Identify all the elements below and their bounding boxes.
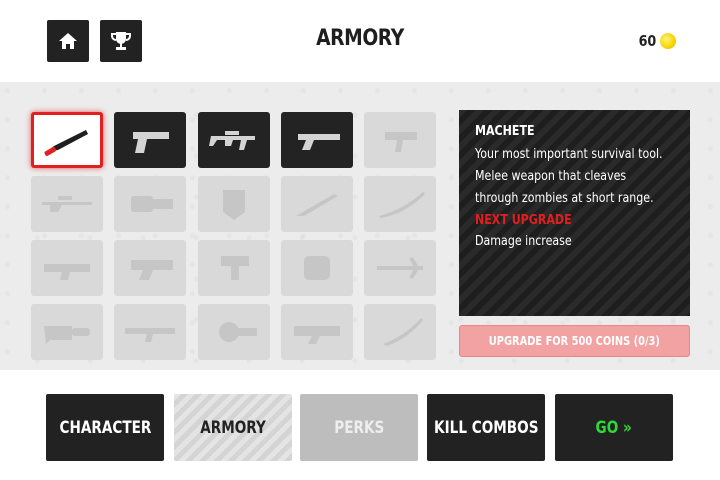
weapon-slot-assault-rifle[interactable] [198, 112, 270, 168]
crossbow-icon [377, 256, 423, 280]
laser-rifle-icon [294, 326, 340, 344]
weapon-slot-rocket-rifle[interactable] [31, 240, 103, 296]
weapon-slot-rocket-launcher[interactable] [114, 304, 186, 360]
tab-armory[interactable]: ARMORY [174, 394, 292, 461]
tab-armory-label: ARMORY [200, 417, 266, 438]
weapon-slot-sword[interactable] [364, 304, 436, 360]
coin-amount: 60 [638, 32, 657, 50]
tab-kill-combos[interactable]: KILL COMBOS [427, 394, 545, 461]
chainsaw-icon [44, 326, 90, 344]
go-button-label: GO » [595, 417, 633, 438]
weapon-slot-grenade-launcher[interactable] [198, 304, 270, 360]
weapon-slot-laser-rifle[interactable] [281, 304, 353, 360]
shotgun-icon [298, 134, 340, 150]
next-upgrade-description: Damage increase [475, 234, 572, 249]
nail-gun-icon [221, 256, 249, 280]
weapon-slot-pistol[interactable] [114, 112, 186, 168]
weapon-slot-shotgun[interactable] [281, 112, 353, 168]
weapon-slot-katana[interactable] [364, 176, 436, 232]
coin-counter: 60 [637, 32, 676, 50]
tab-character-label: CHARACTER [59, 417, 151, 438]
upgrade-button[interactable]: UPGRADE FOR 500 COINS (0/3) [459, 325, 690, 357]
machete-icon [44, 130, 88, 156]
weapon-slot-sniper-rifle[interactable] [31, 176, 103, 232]
grenade-launcher-icon [219, 322, 257, 342]
sword-icon [383, 318, 423, 346]
weapon-slot-machete[interactable] [31, 112, 103, 168]
gauntlet-icon [304, 256, 330, 280]
weapon-slot-nail-gun[interactable] [198, 240, 270, 296]
weapon-info-box: MACHETE Your most important survival too… [459, 110, 690, 316]
minigun-icon [131, 196, 173, 212]
rocket-rifle-icon [44, 264, 90, 280]
weapon-slot-riot-shield[interactable] [198, 176, 270, 232]
plasma-gun-icon [131, 260, 173, 280]
tab-kill-combos-label: KILL COMBOS [433, 417, 539, 438]
assault-rifle-icon [209, 131, 255, 150]
riot-shield-icon [223, 190, 245, 220]
next-upgrade-title: NEXT UPGRADE [475, 213, 572, 228]
weapon-name: MACHETE [475, 124, 535, 139]
upgrade-button-label: UPGRADE FOR 500 COINS (0/3) [488, 334, 661, 348]
weapon-slot-minigun[interactable] [114, 176, 186, 232]
tab-perks-label: PERKS [333, 417, 385, 438]
weapon-slot-plasma-gun[interactable] [114, 240, 186, 296]
katana-icon [379, 192, 425, 218]
rocket-launcher-icon [125, 328, 175, 342]
page-title: ARMORY [316, 26, 404, 51]
tab-character[interactable]: CHARACTER [46, 394, 164, 461]
go-button[interactable]: GO » [555, 394, 673, 461]
weapon-slot-crossbow[interactable] [364, 240, 436, 296]
smg-icon [385, 132, 417, 152]
coin-icon [660, 33, 676, 49]
knife-icon [296, 194, 338, 216]
weapon-slot-smg[interactable] [364, 112, 436, 168]
weapon-description: Your most important survival tool. Melee… [475, 147, 663, 206]
weapon-slot-gauntlet[interactable] [281, 240, 353, 296]
tab-perks[interactable]: PERKS [300, 394, 418, 461]
weapon-slot-knife[interactable] [281, 176, 353, 232]
sniper-rifle-icon [42, 196, 92, 212]
weapon-slot-chainsaw[interactable] [31, 304, 103, 360]
pistol-icon [133, 132, 169, 153]
